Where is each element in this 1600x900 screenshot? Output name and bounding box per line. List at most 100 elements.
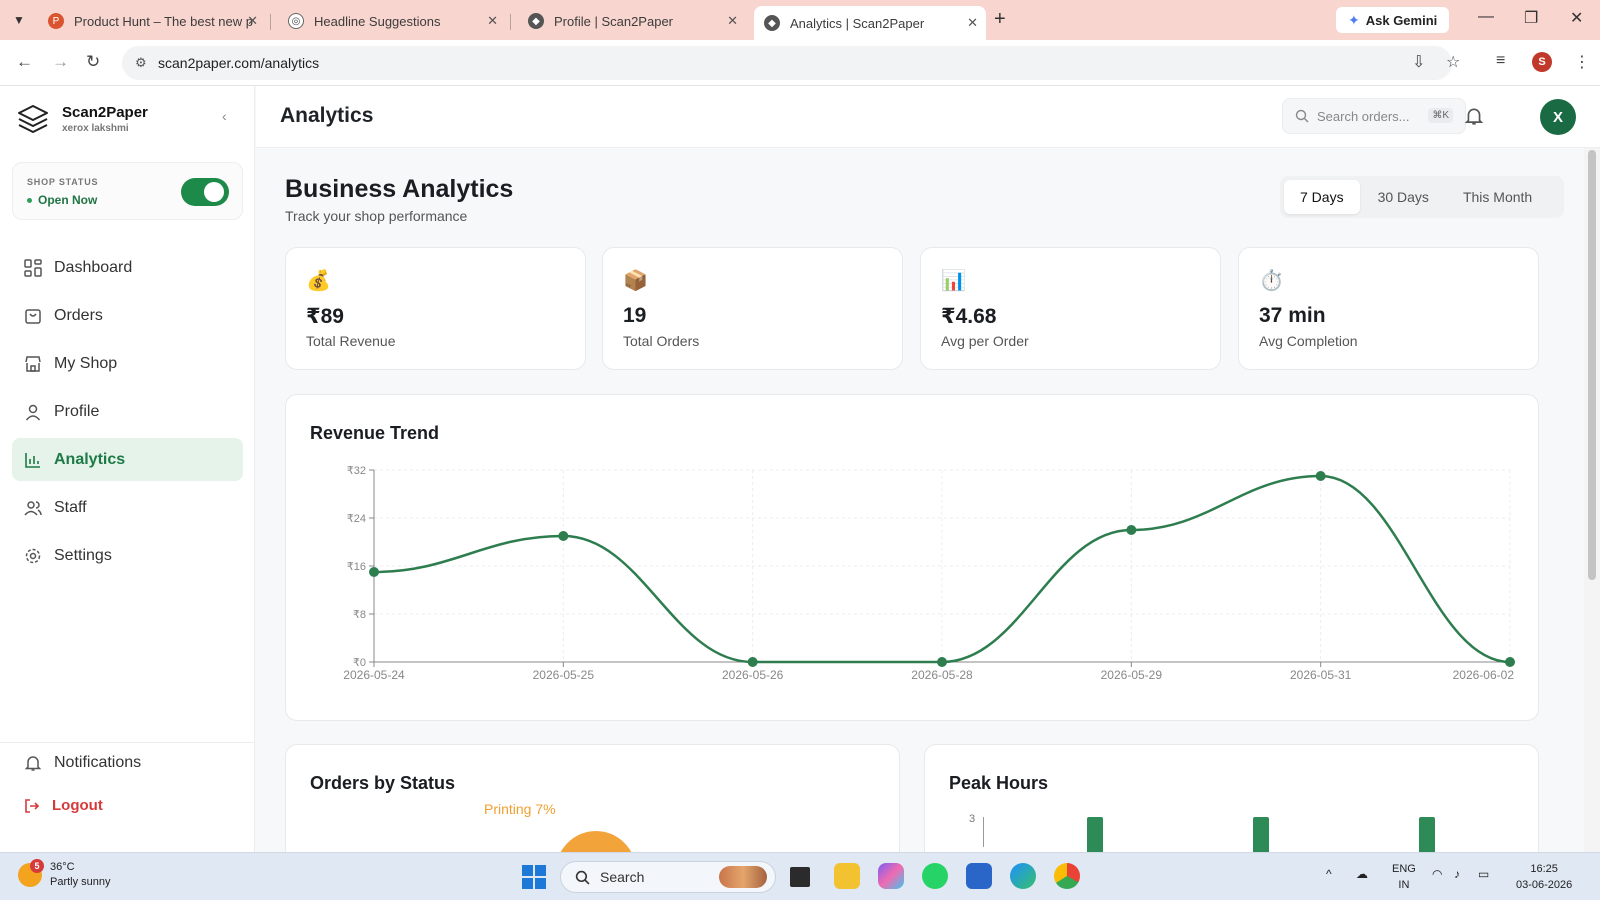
sidebar-item-settings[interactable]: Settings bbox=[12, 534, 243, 577]
peak-hour-bar[interactable] bbox=[1419, 817, 1435, 852]
page-scrollbar[interactable] bbox=[1584, 148, 1600, 852]
logout-label: Logout bbox=[52, 797, 103, 814]
chrome-browser-icon[interactable] bbox=[1054, 863, 1080, 889]
browser-tab-profile[interactable]: ◆ Profile | Scan2Paper ✕ bbox=[518, 6, 746, 36]
site-settings-icon[interactable]: ⚙ bbox=[135, 55, 147, 71]
edge-browser-icon[interactable] bbox=[1010, 863, 1036, 889]
bar-chart-icon bbox=[24, 451, 42, 469]
task-view-icon[interactable] bbox=[790, 867, 810, 887]
sidebar-item-label: Profile bbox=[54, 402, 100, 420]
tab-title: Analytics | Scan2Paper bbox=[790, 15, 925, 31]
taskbar-search-box[interactable]: Search bbox=[560, 861, 776, 893]
microsoft-store-icon[interactable] bbox=[966, 863, 992, 889]
ask-gemini-label: Ask Gemini bbox=[1365, 12, 1438, 28]
range-7-days-button[interactable]: 7 Days bbox=[1284, 180, 1360, 214]
range-30-days-button[interactable]: 30 Days bbox=[1362, 180, 1445, 214]
sidebar-item-my-shop[interactable]: My Shop bbox=[12, 342, 243, 385]
money-bag-icon: 💰 bbox=[306, 270, 331, 292]
restore-icon[interactable]: ❐ bbox=[1524, 8, 1538, 28]
browser-tab-producthunt[interactable]: P Product Hunt – The best new p ✕ bbox=[38, 6, 266, 36]
tab-search-chevron-icon[interactable]: ▼ bbox=[8, 9, 30, 31]
browser-profile-avatar[interactable]: S bbox=[1532, 52, 1552, 72]
onedrive-icon[interactable]: ☁ bbox=[1356, 867, 1368, 881]
revenue-point[interactable] bbox=[937, 657, 947, 667]
revenue-point[interactable] bbox=[558, 531, 569, 541]
bookmark-star-icon[interactable]: ☆ bbox=[1446, 52, 1460, 72]
peak-hour-bar[interactable] bbox=[1253, 817, 1269, 852]
y-tick-label: ₹24 bbox=[347, 513, 366, 525]
back-arrow-icon[interactable]: ← bbox=[16, 52, 33, 72]
tab-divider bbox=[510, 14, 511, 30]
window-close-icon[interactable]: ✕ bbox=[1570, 8, 1583, 28]
lang-code: ENG bbox=[1392, 863, 1416, 875]
close-tab-icon[interactable]: ✕ bbox=[727, 13, 738, 29]
forward-arrow-icon[interactable]: → bbox=[52, 52, 69, 72]
reload-icon[interactable]: ↻ bbox=[86, 52, 100, 72]
range-this-month-button[interactable]: This Month bbox=[1447, 180, 1548, 214]
main-content: Business Analytics Track your shop perfo… bbox=[256, 148, 1584, 852]
notifications-bell-icon[interactable] bbox=[1464, 106, 1484, 126]
system-clock[interactable]: 16:25 03-06-2026 bbox=[1516, 861, 1572, 893]
logout-button[interactable]: Logout bbox=[24, 797, 103, 814]
file-explorer-icon[interactable] bbox=[834, 863, 860, 889]
shop-open-toggle[interactable] bbox=[181, 178, 229, 206]
copilot-icon[interactable] bbox=[878, 863, 904, 889]
sidebar-item-label: Analytics bbox=[54, 450, 126, 468]
new-tab-plus-icon[interactable]: + bbox=[994, 8, 1006, 31]
x-tick-label: 2026-05-26 bbox=[722, 668, 784, 682]
media-controls-icon[interactable]: ≡ bbox=[1496, 52, 1505, 70]
stat-card-avg-order: 📊 ₹4.68 Avg per Order bbox=[920, 247, 1221, 370]
browser-tab-headline[interactable]: ◎ Headline Suggestions ✕ bbox=[278, 6, 506, 36]
windows-start-icon[interactable] bbox=[522, 865, 546, 889]
sidebar-item-analytics[interactable]: Analytics bbox=[12, 438, 243, 481]
brand[interactable]: Scan2Paper xerox lakshmi bbox=[16, 102, 148, 136]
sidebar-item-profile[interactable]: Profile bbox=[12, 390, 243, 433]
weather-desc: Partly sunny bbox=[50, 876, 111, 888]
stat-value: 19 bbox=[623, 304, 647, 327]
ask-gemini-button[interactable]: ✦ Ask Gemini bbox=[1336, 7, 1450, 33]
sidebar-item-notifications[interactable]: Notifications bbox=[24, 754, 141, 772]
page-title: Analytics bbox=[280, 104, 374, 127]
browser-tab-analytics[interactable]: ◆ Analytics | Scan2Paper ✕ bbox=[754, 6, 986, 40]
user-avatar[interactable]: X bbox=[1540, 99, 1576, 135]
x-tick-label: 2026-05-29 bbox=[1101, 668, 1163, 682]
wifi-icon[interactable]: ◠ bbox=[1432, 867, 1442, 881]
revenue-point[interactable] bbox=[1126, 525, 1137, 535]
minimize-icon[interactable]: — bbox=[1478, 8, 1494, 26]
close-tab-icon[interactable]: ✕ bbox=[967, 15, 978, 31]
app-topbar: Analytics Search orders... ⌘K X bbox=[256, 86, 1600, 148]
close-tab-icon[interactable]: ✕ bbox=[487, 13, 498, 29]
battery-icon[interactable]: ▭ bbox=[1478, 867, 1489, 881]
revenue-trend-card: Revenue Trend ₹0 ₹8 ₹16 ₹24 ₹32 2026-05-24 202… bbox=[285, 394, 1539, 721]
user-icon bbox=[24, 403, 42, 421]
sidebar-item-staff[interactable]: Staff bbox=[12, 486, 243, 529]
taskbar-search-label: Search bbox=[600, 869, 645, 885]
revenue-point[interactable] bbox=[1315, 471, 1326, 481]
sidebar-item-dashboard[interactable]: Dashboard bbox=[12, 246, 243, 289]
url-field[interactable]: ⚙ scan2paper.com/analytics bbox=[122, 46, 1452, 80]
revenue-point[interactable] bbox=[1505, 657, 1515, 667]
whatsapp-icon[interactable] bbox=[922, 863, 948, 889]
scrollbar-thumb[interactable] bbox=[1588, 150, 1596, 580]
stat-card-revenue: 💰 ₹89 Total Revenue bbox=[285, 247, 586, 370]
brand-subtitle: xerox lakshmi bbox=[62, 123, 129, 134]
volume-icon[interactable]: ♪ bbox=[1454, 867, 1460, 881]
shop-status-value: Open Now bbox=[27, 193, 97, 207]
weather-widget[interactable]: 5 36°C Partly sunny bbox=[18, 859, 111, 890]
install-app-icon[interactable]: ⇩ bbox=[1412, 52, 1425, 72]
collapse-sidebar-chevron-icon[interactable]: ‹ bbox=[222, 108, 227, 124]
search-placeholder: Search orders... bbox=[1317, 108, 1410, 124]
brand-name: Scan2Paper bbox=[62, 104, 148, 121]
revenue-point[interactable] bbox=[747, 657, 758, 667]
browser-menu-icon[interactable]: ⋮ bbox=[1574, 52, 1590, 72]
search-orders-input[interactable]: Search orders... ⌘K bbox=[1282, 98, 1466, 134]
revenue-point[interactable] bbox=[369, 567, 379, 577]
input-language-indicator[interactable]: ENG IN bbox=[1392, 861, 1416, 893]
pie-slice[interactable] bbox=[556, 831, 636, 852]
scan2paper-favicon-icon: ◆ bbox=[764, 15, 780, 31]
close-tab-icon[interactable]: ✕ bbox=[247, 13, 258, 29]
sidebar-item-orders[interactable]: Orders bbox=[12, 294, 243, 337]
show-hidden-icons-chevron-icon[interactable]: ^ bbox=[1326, 867, 1332, 881]
lang-region: IN bbox=[1398, 879, 1410, 891]
peak-hour-bar[interactable] bbox=[1087, 817, 1103, 852]
